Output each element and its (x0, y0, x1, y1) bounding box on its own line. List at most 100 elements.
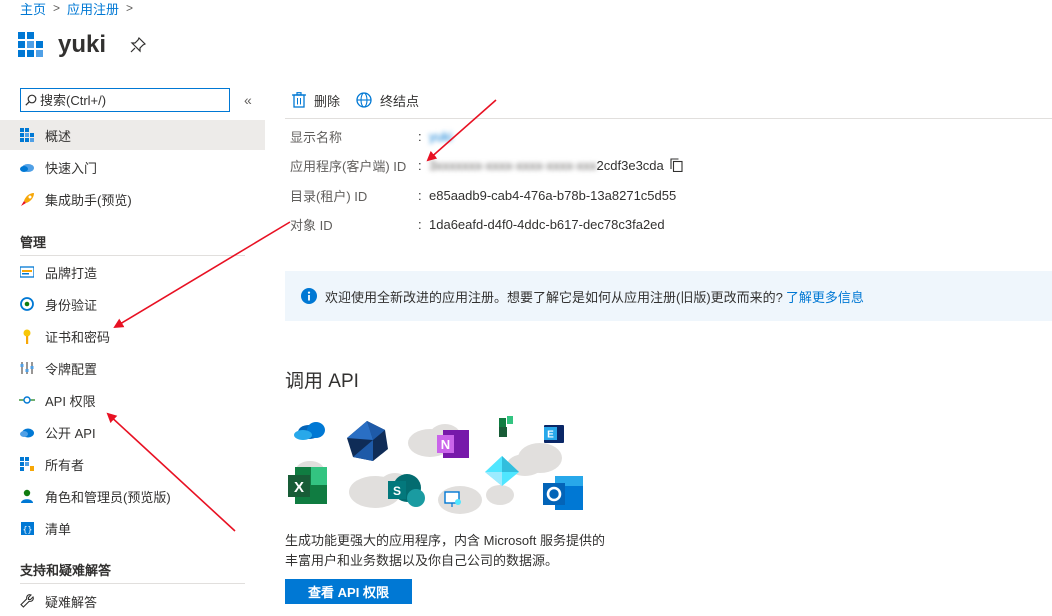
sidebar-item-api-permissions[interactable]: API 权限 (0, 385, 265, 415)
chevron-right-icon: > (126, 1, 134, 15)
pin-icon[interactable] (130, 37, 147, 53)
rocket-icon (19, 191, 35, 207)
sidebar-item-label: 令牌配置 (45, 361, 98, 377)
call-api-title: 调用 API (285, 371, 359, 392)
sidebar-item-label: API 权限 (45, 393, 96, 409)
search-box[interactable] (20, 88, 230, 112)
divider (285, 118, 1052, 119)
title-row: yuki (18, 28, 147, 62)
breadcrumb-app-registrations[interactable]: 应用注册 (67, 0, 119, 18)
colon: : (418, 128, 422, 144)
sidebar-item-overview[interactable]: 概述 (0, 120, 265, 150)
display-name-value[interactable]: yuki (429, 129, 452, 144)
app-id-redacted: 3xxxxxxx-xxxx-xxxx-xxxx-xxx (429, 157, 597, 173)
learn-more-link[interactable]: 了解更多信息 (786, 287, 864, 306)
colon: : (418, 157, 422, 173)
sidebar-item-label: 疑难解答 (45, 594, 98, 610)
display-name-label: 显示名称 (290, 129, 343, 145)
chevron-right-icon: > (53, 1, 61, 15)
sidebar-item-label: 所有者 (45, 457, 85, 473)
expose-api-cloud-icon (19, 424, 35, 440)
tenant-id-value: e85aadb9-cab4-476a-b78b-13a8271c5d55 (429, 187, 677, 203)
app-registration-icon (18, 32, 43, 57)
manifest-icon: {} (19, 520, 35, 536)
sidebar-item-label: 证书和密码 (45, 329, 111, 345)
divider (20, 255, 245, 256)
object-id-label: 对象 ID (290, 217, 333, 233)
sidebar-item-token-configuration[interactable]: 令牌配置 (0, 353, 265, 383)
sidebar-item-owners[interactable]: 所有者 (0, 449, 265, 479)
app-id-value: 3xxxxxxx-xxxx-xxxx-xxxx-xxx 2cdf3e3cda (429, 158, 683, 173)
sidebar-item-label: 公开 API (45, 425, 96, 441)
page-title: yuki (58, 31, 107, 58)
sidebar-item-roles-admins[interactable]: 角色和管理员(预览版) (0, 481, 265, 511)
exchange-icon: E (544, 425, 564, 443)
manage-heading: 管理 (20, 235, 47, 250)
sidebar-item-label: 清单 (45, 521, 72, 537)
outlook-icon (543, 476, 583, 510)
support-heading: 支持和疑难解答 (20, 563, 112, 578)
roles-admins-icon (19, 488, 35, 504)
overview-grid-icon (19, 127, 35, 143)
sidebar-item-label: 快速入门 (45, 160, 98, 176)
token-config-icon (19, 360, 35, 376)
svg-text:X: X (294, 479, 304, 496)
branding-icon (19, 264, 35, 280)
app-id-visible: 2cdf3e3cda (596, 157, 664, 173)
sidebar-item-expose-api[interactable]: 公开 API (0, 417, 265, 447)
object-id-value: 1da6eafd-d4f0-4ddc-b617-dec78c3fa2ed (429, 216, 665, 232)
endpoints-button[interactable]: 终结点 (356, 91, 419, 110)
sidebar-item-authentication[interactable]: 身份验证 (0, 289, 265, 319)
quickstart-cloud-icon (19, 159, 35, 175)
sidebar-item-label: 集成助手(预览) (45, 192, 132, 208)
divider (20, 583, 245, 584)
wrench-icon (19, 593, 35, 609)
search-icon (25, 94, 37, 106)
essentials-display-name: 显示名称 : yuki (290, 126, 452, 146)
essentials-object-id: 对象 ID : 1da6eafd-d4f0-4ddc-b617-dec78c3f… (290, 214, 665, 234)
app-id-label: 应用程序(客户端) ID (290, 158, 407, 174)
banner-text: 欢迎使用全新改进的应用注册。想要了解它是如何从应用注册(旧版)更改而来的? (325, 289, 783, 305)
colon: : (418, 187, 422, 203)
onedrive-icon (294, 422, 325, 440)
sidebar-item-label: 角色和管理员(预览版) (45, 489, 171, 505)
trash-icon (292, 92, 306, 108)
planner-icon (499, 416, 513, 437)
sidebar-item-certificates-secrets[interactable]: 证书和密码 (0, 321, 265, 351)
sidebar-item-branding[interactable]: 品牌打造 (0, 257, 265, 287)
view-api-permissions-button[interactable]: 查看 API 权限 (285, 579, 412, 604)
tenant-id-label: 目录(租户) ID (290, 188, 368, 204)
copy-icon[interactable] (670, 158, 683, 172)
collapse-sidebar-icon[interactable]: « (244, 92, 252, 108)
sidebar-item-troubleshooting[interactable]: 疑难解答 (0, 586, 265, 616)
sidebar-item-quickstart[interactable]: 快速入门 (0, 152, 265, 182)
sidebar-item-integration-assistant[interactable]: 集成助手(预览) (0, 184, 265, 214)
azure-ad-icon (347, 421, 388, 461)
globe-icon (356, 92, 372, 108)
svg-text:S: S (393, 484, 401, 498)
info-icon (301, 288, 317, 304)
info-banner: 欢迎使用全新改进的应用注册。想要了解它是如何从应用注册(旧版)更改而来的? 了解… (285, 271, 1052, 321)
api-permissions-icon (19, 392, 35, 408)
breadcrumb-home[interactable]: 主页 (20, 0, 46, 18)
description-line-1: 生成功能更强大的应用程序，内含 Microsoft 服务提供的 (285, 533, 605, 548)
command-bar: 删除 终结点 (292, 88, 435, 112)
microsoft-services-illustration: N E X S (288, 416, 583, 514)
search-input[interactable] (40, 92, 220, 108)
call-api-description: 生成功能更强大的应用程序，内含 Microsoft 服务提供的 丰富用户和业务数… (285, 531, 645, 571)
svg-text:{}: {} (22, 525, 32, 534)
sidebar-item-label: 身份验证 (45, 297, 98, 313)
delete-label: 删除 (314, 93, 341, 109)
sidebar-item-label: 概述 (45, 128, 72, 144)
authentication-icon (19, 296, 35, 312)
sidebar-item-label: 品牌打造 (45, 265, 98, 281)
essentials-app-id: 应用程序(客户端) ID : 3xxxxxxx-xxxx-xxxx-xxxx-x… (290, 155, 683, 175)
excel-icon: X (288, 467, 327, 504)
delete-button[interactable]: 删除 (292, 91, 340, 110)
owners-icon (19, 456, 35, 472)
svg-text:N: N (441, 437, 450, 452)
sidebar-item-manifest[interactable]: {} 清单 (0, 513, 265, 543)
key-icon (19, 328, 35, 344)
sidebar: « 概述 快速入门 集成助手(预览) 管理 品牌打造 身份验证 (0, 84, 265, 613)
colon: : (418, 216, 422, 232)
